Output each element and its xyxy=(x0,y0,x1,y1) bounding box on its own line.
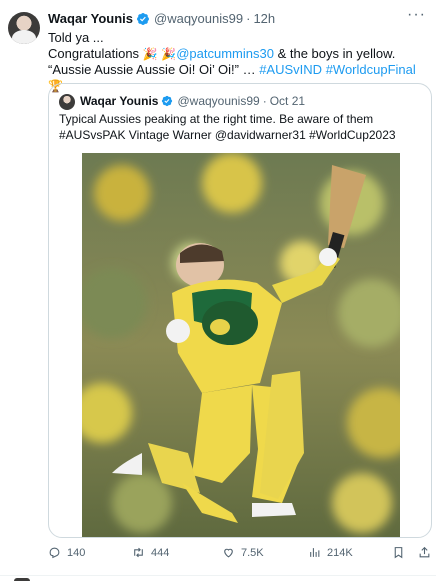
mention-link[interactable]: @patcummins30 xyxy=(176,46,274,61)
quote-tweet[interactable]: Waqar Younis @waqyounis99 · Oct 21 Typic… xyxy=(48,83,432,538)
like-icon xyxy=(224,548,233,558)
author-name[interactable]: Waqar Younis xyxy=(48,11,133,26)
quote-header: Waqar Younis @waqyounis99 · Oct 21 xyxy=(80,94,305,108)
timestamp[interactable]: 12h xyxy=(253,11,275,26)
tweet[interactable]: Waqar Younis @waqyounis99 · 12h ··· Told… xyxy=(0,0,436,575)
cricket-photo[interactable] xyxy=(82,153,400,537)
reply-icon xyxy=(49,547,60,559)
views-count: 214K xyxy=(327,546,353,559)
bookmark-icon xyxy=(394,547,403,559)
bookmark-button[interactable] xyxy=(392,546,405,559)
author-handle[interactable]: @waqyounis99 xyxy=(154,11,243,26)
quote-avatar xyxy=(59,94,75,110)
repost-button[interactable]: 444 xyxy=(132,546,169,559)
action-bar: 140 444 7.5K 214K xyxy=(48,546,434,562)
more-icon[interactable]: ··· xyxy=(407,6,426,24)
quote-date: Oct 21 xyxy=(269,94,306,108)
avatar[interactable] xyxy=(8,12,40,44)
repost-count: 444 xyxy=(151,546,170,559)
party-emoji-1: 🎉 xyxy=(142,47,158,61)
verified-icon xyxy=(162,95,173,107)
like-count: 7.5K xyxy=(241,546,264,559)
views-icon xyxy=(310,548,320,557)
reply-button[interactable]: 140 xyxy=(48,546,85,559)
hashtag-worldcupfinal[interactable]: #WorldcupFinal xyxy=(326,62,416,77)
text-congrats: Congratulations xyxy=(48,46,143,61)
views-button[interactable]: 214K xyxy=(308,546,353,559)
party-emoji-2: 🎉 xyxy=(161,47,177,61)
tweet-line-1: Told ya ... xyxy=(48,30,104,45)
divider xyxy=(0,575,436,576)
hashtag-ausvind[interactable]: #AUSvIND xyxy=(259,62,322,77)
quote-author-handle: @waqyounis99 xyxy=(177,94,260,108)
separator-dot: · xyxy=(262,94,267,108)
separator-dot: · xyxy=(246,11,251,26)
share-button[interactable] xyxy=(418,546,431,559)
verified-icon xyxy=(137,12,149,25)
share-icon xyxy=(419,546,430,558)
quote-text: Typical Aussies peaking at the right tim… xyxy=(59,112,396,142)
reply-count: 140 xyxy=(67,546,86,559)
like-button[interactable]: 7.5K xyxy=(222,546,264,559)
quote-author-name: Waqar Younis xyxy=(80,94,159,108)
repost-icon xyxy=(134,547,143,558)
tweet-header: Waqar Younis @waqyounis99 · 12h xyxy=(48,11,275,26)
